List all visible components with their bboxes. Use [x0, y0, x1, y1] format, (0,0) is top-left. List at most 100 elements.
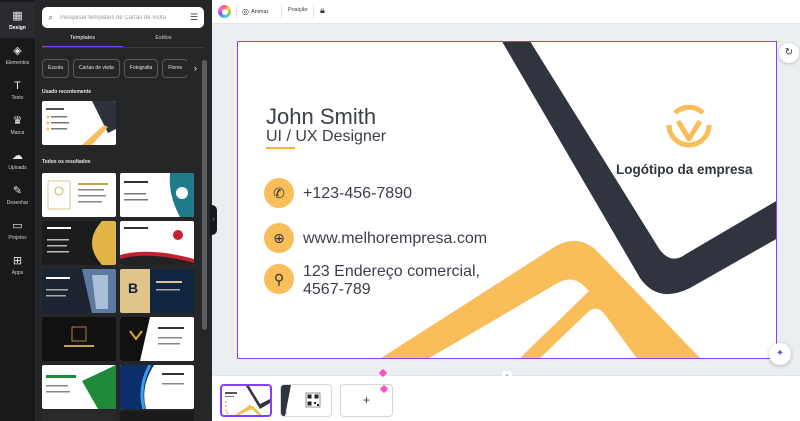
template-preview	[46, 101, 116, 145]
tab-styles[interactable]: Estilos	[123, 33, 204, 47]
template-preview	[64, 326, 94, 347]
pages-strip: ⌄ 1 2 +	[212, 371, 800, 421]
templates-panel: ⌕ Pesquisar templates de Cartão de visit…	[35, 0, 212, 421]
rail-item-brand[interactable]: ♛ Marca	[0, 107, 35, 143]
template-thumb[interactable]	[42, 365, 116, 409]
draw-icon: ✎	[12, 184, 23, 197]
elements-icon: ◈	[13, 44, 22, 57]
animate-label: Animar	[250, 8, 269, 15]
page-preview	[281, 385, 321, 416]
chip-cartao[interactable]: Cartao de visita	[73, 59, 120, 78]
rail-item-label: Apps	[11, 269, 24, 276]
panel-scrollbar[interactable]	[202, 60, 207, 330]
rail-item-label: Marca	[10, 129, 25, 136]
template-thumb[interactable]	[42, 221, 116, 265]
card-address-line2[interactable]: 4567-789	[303, 281, 371, 299]
rail-item-text[interactable]: T Texto	[0, 72, 35, 108]
folder-icon: ▭	[12, 219, 23, 232]
template-thumb[interactable]	[42, 317, 116, 361]
rail-item-projects[interactable]: ▭ Projetos	[0, 212, 35, 248]
template-preview	[47, 180, 108, 210]
tab-divider	[42, 47, 204, 48]
color-picker-icon[interactable]	[218, 5, 231, 18]
page-number: 1	[226, 410, 229, 415]
brand-icon: ♛	[12, 114, 23, 127]
position-button[interactable]: Posição	[288, 7, 308, 13]
svg-text:B: B	[128, 280, 138, 296]
rail-item-label: Projetos	[8, 234, 27, 241]
rail-item-label: Uploads	[8, 164, 27, 171]
title-underline	[266, 147, 295, 149]
animate-icon: ◎	[242, 7, 249, 16]
rail-item-apps[interactable]: ⊞ Apps	[0, 247, 35, 283]
page-number: 2	[285, 410, 288, 415]
chip-flores[interactable]: Flores	[162, 59, 189, 78]
chevron-down-icon[interactable]: ⌄	[502, 371, 512, 378]
rail-item-elements[interactable]: ◈ Elementos	[0, 37, 35, 73]
page-thumb-2[interactable]	[280, 384, 332, 417]
filter-icon[interactable]: ☰	[190, 12, 198, 23]
collapse-panel-button[interactable]: ‹	[210, 205, 217, 235]
phone-icon: ✆	[264, 178, 294, 208]
recent-heading: Usado recentemente	[42, 89, 92, 95]
company-logo-text[interactable]: Logótipo da empresa	[616, 162, 753, 177]
panel-tabs: Templates Estilos	[42, 33, 204, 47]
card-website[interactable]: www.melhorempresa.com	[303, 230, 487, 248]
rail-item-label: Design	[9, 24, 26, 31]
rail-item-label: Desenhar	[6, 199, 29, 206]
rail-item-uploads[interactable]: ☁ Uploads	[0, 142, 35, 178]
template-preview	[124, 173, 194, 217]
apps-icon: ⊞	[12, 254, 23, 267]
template-thumb[interactable]	[120, 173, 194, 217]
template-thumb[interactable]: B	[120, 269, 194, 313]
template-thumb[interactable]	[120, 221, 194, 265]
rail-item-label: Texto	[11, 94, 24, 101]
card-job-title[interactable]: UI / UX Designer	[266, 128, 386, 146]
refresh-icon[interactable]: ↻	[779, 43, 799, 63]
design-icon: ▦	[12, 9, 23, 22]
template-thumb[interactable]	[42, 173, 116, 217]
results-heading: Todos os resultados	[42, 159, 91, 165]
location-pin-icon: ⚲	[264, 264, 294, 294]
toolbar-divider	[281, 5, 282, 19]
template-thumb[interactable]	[42, 269, 116, 313]
template-preview	[120, 365, 184, 409]
design-canvas[interactable]: John Smith UI / UX Designer ✆ +123-456-7…	[237, 41, 777, 359]
card-phone[interactable]: +123-456-7890	[303, 185, 412, 203]
template-preview	[120, 317, 184, 361]
search-input[interactable]: Pesquisar templates de Cartão de visita	[60, 15, 190, 21]
template-preview	[120, 227, 194, 265]
template-preview	[47, 221, 116, 265]
toolbar-divider	[236, 5, 237, 19]
text-icon: T	[14, 79, 21, 92]
globe-icon: ⊕	[264, 223, 294, 253]
upload-icon: ☁	[12, 149, 23, 162]
template-preview	[46, 269, 116, 313]
template-preview	[46, 365, 116, 409]
toolbar-divider	[313, 5, 314, 19]
left-rail: ▦ Design ◈ Elementos T Texto ♛ Marca ☁ U…	[0, 0, 35, 421]
lock-icon[interactable]: 🔒︎	[320, 5, 325, 16]
template-thumb[interactable]	[120, 317, 194, 361]
category-chips: Escola Cartao de visita Fotografia Flore…	[42, 59, 204, 78]
rail-item-design[interactable]: ▦ Design	[0, 2, 35, 38]
rail-item-draw[interactable]: ✎ Desenhar	[0, 177, 35, 213]
rail-item-label: Elementos	[5, 59, 30, 66]
card-address-line1[interactable]: 123 Endereço comercial,	[303, 263, 480, 281]
company-logo-icon[interactable]	[661, 101, 717, 157]
top-toolbar: ◎ Animar Posição 🔒︎	[212, 0, 800, 24]
search-icon: ⌕	[48, 12, 54, 22]
page-preview	[225, 386, 270, 415]
recent-template-thumb[interactable]	[42, 101, 116, 145]
chip-fotografia[interactable]: Fotografia	[123, 59, 159, 78]
search-bar[interactable]: ⌕ Pesquisar templates de Cartão de visit…	[42, 7, 204, 28]
template-thumb[interactable]	[42, 411, 116, 421]
template-thumb[interactable]	[120, 365, 194, 409]
tab-templates[interactable]: Templates	[42, 33, 123, 47]
template-thumb[interactable]	[120, 411, 194, 421]
magic-sparkle-icon[interactable]: ✦	[769, 343, 791, 365]
template-preview: B	[120, 269, 182, 313]
chip-escola[interactable]: Escola	[42, 59, 70, 78]
animate-button[interactable]: ◎ Animar	[242, 7, 268, 16]
card-name[interactable]: John Smith	[266, 104, 376, 130]
